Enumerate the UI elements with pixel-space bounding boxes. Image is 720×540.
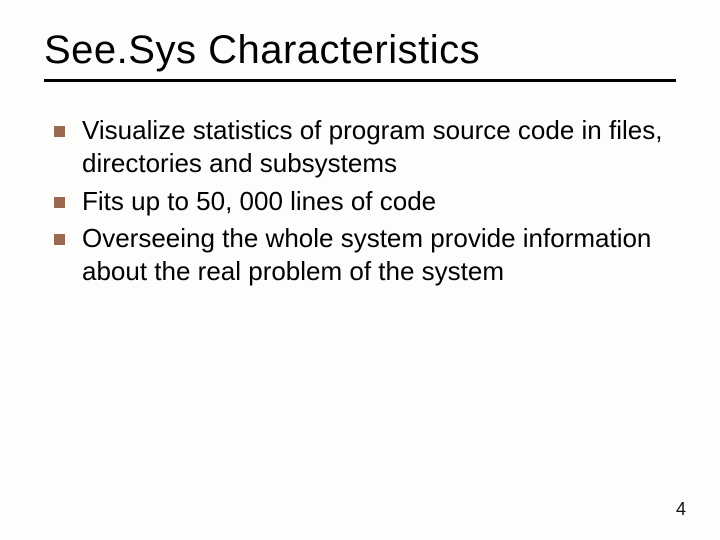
- bullet-list: Visualize statistics of program source c…: [44, 114, 676, 288]
- page-number: 4: [676, 499, 686, 520]
- square-bullet-icon: [54, 126, 65, 137]
- bullet-text: Visualize statistics of program source c…: [82, 115, 662, 178]
- bullet-text: Overseeing the whole system provide info…: [82, 223, 651, 286]
- list-item: Visualize statistics of program source c…: [54, 114, 676, 181]
- slide-title: See.Sys Characteristics: [44, 28, 676, 73]
- list-item: Fits up to 50, 000 lines of code: [54, 185, 676, 218]
- square-bullet-icon: [54, 234, 65, 245]
- bullet-text: Fits up to 50, 000 lines of code: [82, 186, 436, 216]
- title-underline: [44, 79, 676, 82]
- slide: See.Sys Characteristics Visualize statis…: [0, 0, 720, 540]
- list-item: Overseeing the whole system provide info…: [54, 222, 676, 289]
- square-bullet-icon: [54, 197, 65, 208]
